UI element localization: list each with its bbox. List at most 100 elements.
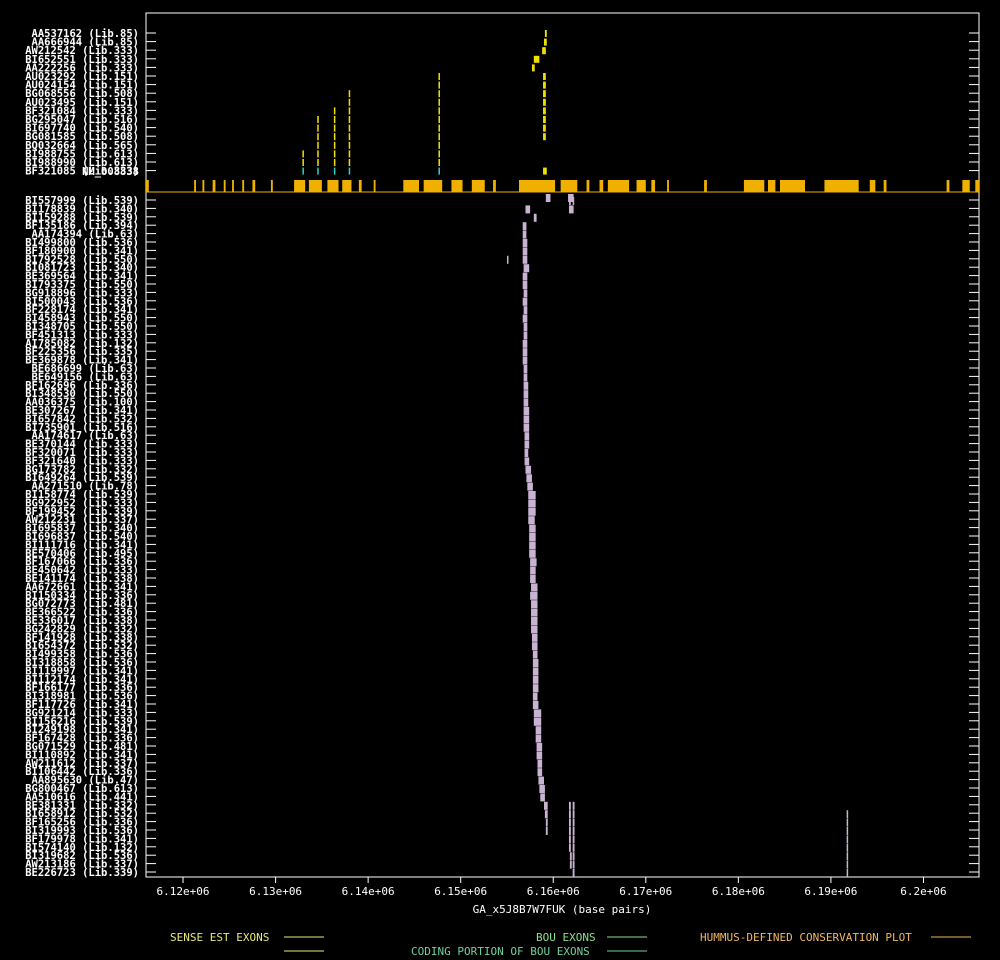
conservation-block (294, 180, 306, 192)
conservation-block (599, 180, 604, 192)
antisense-est-exon (532, 692, 538, 701)
antisense-est-exon (529, 533, 536, 541)
x-tick-label: 6.17e+06 (619, 885, 672, 898)
conservation-block (518, 180, 556, 192)
antisense-est-exon (572, 852, 575, 861)
antisense-est-exon (537, 768, 543, 777)
antisense-est-exon (532, 701, 539, 709)
conservation-block (451, 180, 463, 192)
conservation-block (358, 180, 362, 192)
sense-est-exon (348, 124, 351, 132)
antisense-est-exon (523, 365, 528, 373)
conservation-block (667, 180, 669, 192)
conservation-block (223, 180, 226, 192)
sense-est-exon (542, 47, 546, 55)
antisense-est-exon (532, 675, 539, 684)
antisense-est-exon (568, 818, 571, 827)
antisense-est-exon (533, 213, 537, 222)
antisense-est-exon (529, 541, 536, 550)
sense-est-exon (333, 107, 336, 115)
antisense-est-exon (528, 499, 536, 508)
sense-est-exon (543, 81, 546, 89)
sense-est-exon (438, 81, 440, 89)
conservation-block (202, 180, 205, 192)
x-axis-label: GA_x5J8B7W7FUK (base pairs) (473, 903, 652, 916)
antisense-est-exon (568, 835, 571, 844)
antisense-est-exon (846, 869, 849, 877)
antisense-est-exon (531, 600, 538, 609)
sense-est-exon (317, 167, 319, 175)
antisense-est-exon (572, 818, 575, 827)
conservation-block (962, 180, 970, 192)
conservation-block (636, 180, 646, 192)
antisense-est-exon (523, 323, 528, 331)
antisense-est-exon (846, 852, 849, 861)
conservation-block (342, 180, 352, 192)
antisense-est-exon (522, 230, 527, 239)
x-axis: 6.12e+06 6.13e+06 6.14e+06 6.15e+06 6.16e+06… (157, 877, 947, 898)
antisense-est-exon (572, 869, 575, 877)
conservation-block (607, 180, 630, 192)
antisense-est-exon (522, 281, 528, 289)
sense-est-exon (333, 124, 336, 132)
antisense-est-exon (532, 684, 539, 693)
conservation-block (560, 180, 578, 192)
sense-est-exon (302, 159, 304, 166)
sense-est-exon (438, 159, 440, 166)
antisense-est-exon (569, 860, 572, 869)
antisense-est-exon (568, 205, 574, 214)
sense-est-exon (543, 90, 546, 98)
conservation-block (212, 180, 216, 192)
antisense-est-exon (572, 801, 575, 810)
antisense-est-exon (524, 449, 529, 457)
antisense-est-exon (545, 827, 548, 835)
antisense-est-exon (568, 843, 571, 852)
sense-est-exon (348, 150, 351, 158)
sense-est-exon (348, 107, 351, 115)
antisense-est-exon (568, 801, 571, 810)
bottom-track-exons (506, 197, 849, 877)
antisense-est-exon (846, 810, 849, 819)
antisense-est-exon (537, 759, 543, 768)
antisense-est-exon (531, 625, 538, 634)
antisense-est-exon (531, 642, 538, 651)
sense-est-exon (438, 133, 440, 141)
sense-est-exon (438, 73, 440, 80)
antisense-est-exon (530, 591, 538, 600)
legend-bou-exons: BOU EXONS (536, 931, 596, 944)
sense-est-exon (333, 116, 336, 123)
x-tick-label: 6.12e+06 (157, 885, 210, 898)
sense-est-exon (438, 98, 440, 106)
x-tick-label: 6.2e+06 (900, 885, 946, 898)
antisense-est-exon (568, 827, 571, 835)
antisense-est-exon (533, 717, 542, 726)
conservation-block (946, 180, 950, 192)
conservation-block (471, 180, 485, 192)
sense-est-exon (438, 116, 440, 123)
antisense-est-exon (523, 390, 529, 399)
sense-est-exon (348, 116, 351, 123)
conservation-block (767, 180, 776, 192)
conservation-block (975, 180, 979, 192)
antisense-est-exon (572, 810, 575, 819)
x-tick-label: 6.14e+06 (342, 885, 395, 898)
antisense-est-exon (572, 860, 575, 869)
sense-est-exon (438, 167, 440, 175)
conservation-block (586, 180, 590, 192)
sense-est-exon (543, 167, 547, 175)
sense-est-exon (533, 55, 540, 63)
antisense-est-exon (523, 415, 530, 424)
sense-est-exon (317, 124, 319, 132)
antisense-est-exon (531, 633, 538, 642)
sense-est-exon (543, 98, 546, 106)
antisense-est-exon (525, 465, 532, 474)
top-track-exons (302, 30, 547, 175)
sense-est-exon (302, 150, 304, 158)
antisense-est-exon (535, 734, 542, 743)
antisense-est-exon (568, 810, 571, 819)
antisense-est-exon (522, 272, 528, 281)
antisense-est-exon (846, 827, 849, 835)
sense-est-exon (333, 159, 336, 166)
sense-est-exon (348, 98, 351, 106)
sense-est-exon (531, 64, 535, 72)
